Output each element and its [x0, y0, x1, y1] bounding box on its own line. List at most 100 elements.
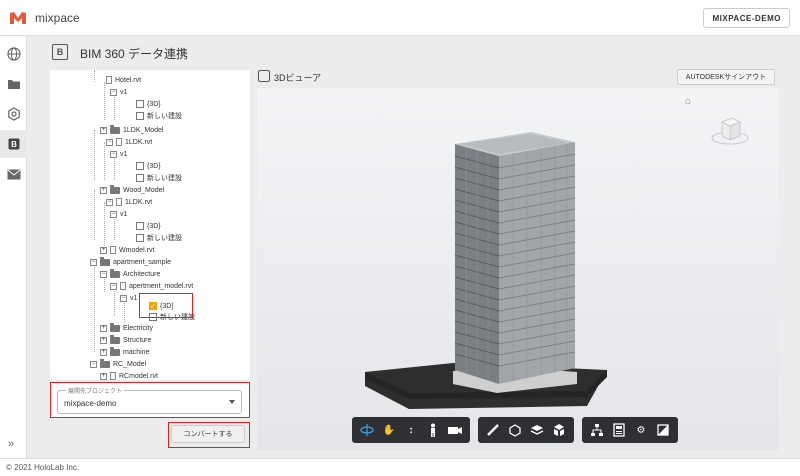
- project-select[interactable]: 展開先プロジェクト mixpace-demo: [57, 386, 242, 414]
- settings-icon[interactable]: ⚙: [630, 419, 652, 441]
- tree-row[interactable]: + Wmodel.rvt: [100, 244, 154, 256]
- navigation-toolbar: ✋ ↕: [352, 417, 470, 443]
- collapse-toggle-icon[interactable]: −: [90, 258, 97, 266]
- fullscreen-icon[interactable]: [652, 419, 674, 441]
- convert-button[interactable]: コンバートする: [171, 425, 245, 443]
- expand-rail-button[interactable]: »: [8, 438, 14, 450]
- pan-icon[interactable]: ✋: [378, 419, 400, 441]
- checkbox[interactable]: [136, 174, 144, 182]
- expand-toggle-icon[interactable]: +: [100, 336, 107, 344]
- tree-row[interactable]: − v1: [110, 148, 127, 160]
- first-person-icon[interactable]: [422, 419, 444, 441]
- tree-row[interactable]: + Wood_Model: [100, 184, 164, 196]
- file-icon: [116, 138, 122, 146]
- tree-row[interactable]: 新しい建設: [136, 172, 182, 184]
- layers-icon[interactable]: [526, 419, 548, 441]
- mixpace-logo-icon: [9, 11, 27, 25]
- tree-row[interactable]: − Architecture: [100, 268, 160, 280]
- collapse-toggle-icon[interactable]: −: [120, 294, 127, 302]
- viewer-canvas[interactable]: [257, 88, 779, 450]
- viewcube-icon[interactable]: [710, 110, 750, 150]
- collapse-toggle-icon[interactable]: −: [110, 210, 117, 218]
- folder-icon: [100, 256, 110, 266]
- mail-icon[interactable]: [0, 160, 27, 188]
- collapse-toggle-icon[interactable]: −: [110, 150, 117, 158]
- zoom-icon[interactable]: ↕: [400, 419, 422, 441]
- bim360-icon[interactable]: B: [0, 130, 27, 158]
- collapse-toggle-icon[interactable]: −: [106, 198, 113, 206]
- checkbox[interactable]: [136, 112, 144, 120]
- copyright-text: © 2021 HoloLab Inc.: [6, 463, 80, 472]
- folder-icon: [110, 334, 120, 344]
- chevron-down-icon[interactable]: [229, 400, 235, 404]
- tree-row[interactable]: {3D}: [136, 98, 161, 110]
- orbit-icon[interactable]: [356, 419, 378, 441]
- project-select-label: 展開先プロジェクト: [66, 386, 125, 395]
- folder-icon: [110, 322, 120, 332]
- app-name: mixpace: [35, 10, 80, 25]
- tree-row[interactable]: − v1: [120, 292, 137, 304]
- tree-row[interactable]: {3D}: [136, 220, 161, 232]
- globe-icon[interactable]: [0, 40, 27, 68]
- project-select-highlight: 展開先プロジェクト mixpace-demo: [50, 382, 250, 418]
- collapse-toggle-icon[interactable]: −: [106, 138, 113, 146]
- home-icon[interactable]: ⌂: [685, 96, 691, 107]
- file-icon: [120, 282, 126, 290]
- tree-row[interactable]: {3D}: [136, 160, 161, 172]
- building-model: [365, 132, 607, 409]
- section-icon[interactable]: [504, 419, 526, 441]
- page-title: BIM 360 データ連携: [80, 47, 189, 61]
- top-bar: mixpace MIXPACE-DEMO: [0, 0, 800, 36]
- checkbox[interactable]: [136, 234, 144, 242]
- folder-icon: [110, 184, 120, 194]
- expand-toggle-icon[interactable]: +: [100, 246, 107, 254]
- tree-row[interactable]: −1LDK.rvt: [106, 136, 152, 148]
- settings-icon[interactable]: [0, 100, 27, 128]
- tree-row[interactable]: + RCmodel.rvt: [100, 370, 158, 380]
- file-icon: [110, 246, 116, 254]
- collapse-toggle-icon[interactable]: −: [100, 270, 107, 278]
- measure-icon[interactable]: [482, 419, 504, 441]
- expand-toggle-icon[interactable]: +: [100, 348, 107, 356]
- checkbox[interactable]: [136, 100, 144, 108]
- model-browser-icon[interactable]: [586, 419, 608, 441]
- convert-button-highlight: コンバートする: [168, 422, 250, 448]
- tree-row[interactable]: + Electricity: [100, 322, 153, 334]
- expand-toggle-icon[interactable]: +: [100, 126, 107, 134]
- tree-row[interactable]: 新しい建設: [136, 232, 182, 244]
- file-icon: [116, 198, 122, 206]
- explode-icon[interactable]: [548, 419, 570, 441]
- tools-toolbar: [478, 417, 574, 443]
- folder-icon[interactable]: [0, 70, 27, 98]
- camera-icon[interactable]: [444, 419, 466, 441]
- tree-row[interactable]: +1LDK_Model: [100, 124, 163, 136]
- tree-row[interactable]: −1LDK.rvt: [106, 196, 152, 208]
- tree-row[interactable]: − apertment_model.rvt: [110, 280, 193, 292]
- file-icon: [110, 372, 116, 380]
- checkbox[interactable]: [136, 162, 144, 170]
- tree-row[interactable]: + machine: [100, 346, 149, 358]
- autodesk-signout-button[interactable]: AUTODESKサインアウト: [677, 69, 775, 85]
- project-tree[interactable]: Hotel.rvt − v1 {3D} 新しい建設 +1LDK_Model −1L…: [50, 70, 250, 380]
- tree-row[interactable]: 新しい建設: [136, 110, 182, 122]
- bim360-badge-icon: B: [52, 44, 68, 60]
- tree-row[interactable]: − v1: [110, 86, 127, 98]
- file-icon: [106, 76, 112, 84]
- collapse-toggle-icon[interactable]: −: [90, 360, 97, 368]
- tree-row[interactable]: − v1: [110, 208, 127, 220]
- collapse-toggle-icon[interactable]: −: [110, 282, 117, 290]
- collapse-toggle-icon[interactable]: −: [110, 88, 117, 96]
- properties-icon[interactable]: [608, 419, 630, 441]
- checkbox[interactable]: [136, 222, 144, 230]
- expand-toggle-icon[interactable]: +: [100, 324, 107, 332]
- tree-row[interactable]: Hotel.rvt: [106, 74, 141, 86]
- tree-row[interactable]: − RC_Model: [90, 358, 146, 370]
- tree-row[interactable]: + Structure: [100, 334, 151, 346]
- expand-toggle-icon[interactable]: +: [100, 186, 107, 194]
- tree-row[interactable]: − apartment_sample: [90, 256, 171, 268]
- expand-toggle-icon[interactable]: +: [100, 372, 107, 380]
- viewer-3d-icon: [258, 70, 270, 82]
- folder-icon: [100, 358, 110, 368]
- account-button[interactable]: MIXPACE-DEMO: [703, 8, 790, 28]
- svg-text:B: B: [11, 140, 17, 149]
